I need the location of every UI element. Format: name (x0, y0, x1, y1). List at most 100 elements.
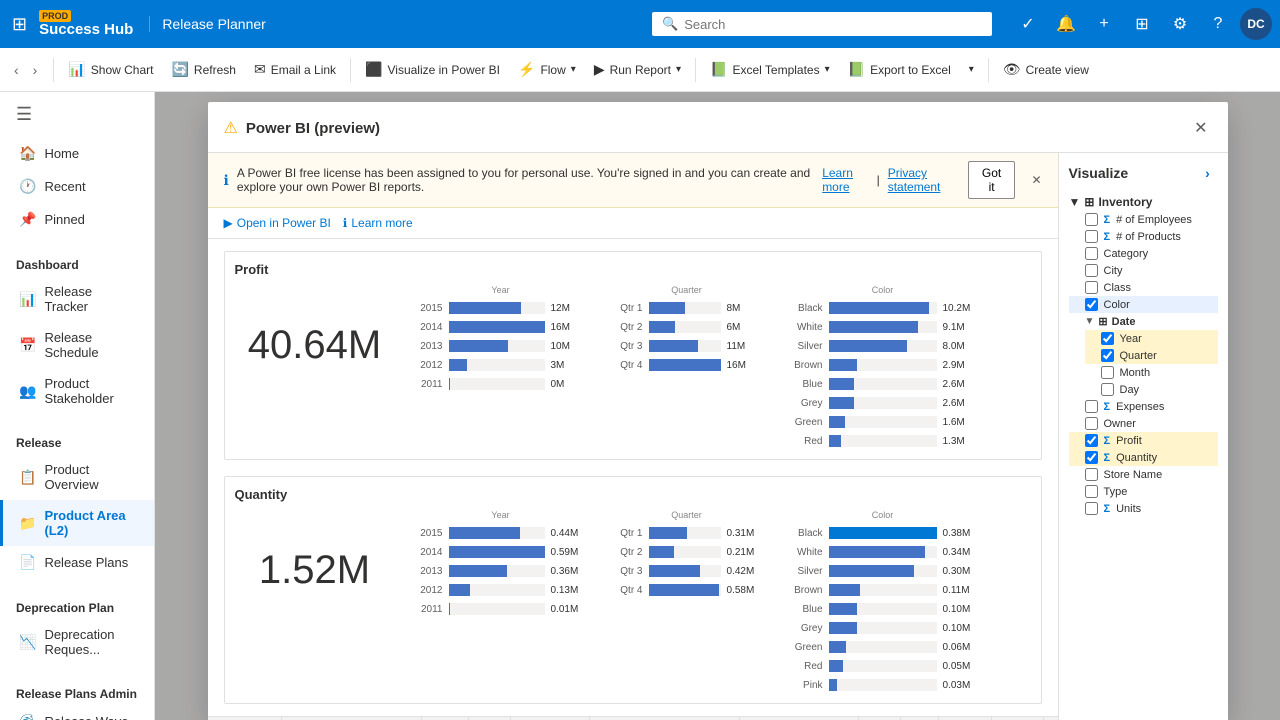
flow-caret: ▾ (571, 64, 576, 75)
learn-more-link[interactable]: Learn more (822, 166, 868, 194)
plans-icon: 📄 (19, 554, 36, 571)
modal-close-button[interactable]: ✕ (1190, 114, 1211, 142)
sigma-icon: Σ (1104, 214, 1111, 226)
day-checkbox[interactable] (1101, 383, 1114, 396)
employees-checkbox[interactable] (1085, 213, 1098, 226)
bar-row: Black 10.2M (783, 300, 983, 316)
category-checkbox[interactable] (1085, 247, 1098, 260)
inventory-label: Inventory (1098, 195, 1152, 209)
excel-icon: 📗 (710, 61, 727, 78)
inventory-header[interactable]: ▼ ⊞ Inventory (1069, 193, 1218, 211)
color-checkbox[interactable] (1085, 298, 1098, 311)
sidebar-item-product-overview[interactable]: 📋 Product Overview (0, 454, 154, 500)
back-button[interactable]: ‹ (8, 58, 25, 82)
expenses-checkbox[interactable] (1085, 400, 1098, 413)
profit-chart-section: Profit 40.64M Year 2015 (224, 251, 1042, 460)
schedule-icon: 📅 (19, 337, 36, 354)
email-icon: ✉ (254, 61, 266, 78)
export-excel-button[interactable]: 📗 Export to Excel (840, 56, 959, 83)
sidebar-item-product-area[interactable]: 📁 Product Area (L2) (0, 500, 154, 546)
got-it-button[interactable]: Got it (968, 161, 1016, 199)
sidebar-item-deprecation[interactable]: 📉 Deprecation Reques... (0, 619, 154, 665)
show-chart-button[interactable]: 📊 Show Chart (60, 56, 161, 83)
avatar[interactable]: DC (1240, 8, 1272, 40)
toolbar-divider-4 (988, 58, 989, 82)
forward-button[interactable]: › (27, 58, 44, 82)
email-link-button[interactable]: ✉ Email a Link (246, 56, 344, 83)
flow-button[interactable]: ⚡ Flow ▾ (510, 56, 584, 83)
products-checkbox[interactable] (1085, 230, 1098, 243)
data-table-area: BrandName Category Class Color Country C… (208, 716, 1058, 720)
sidebar-item-home[interactable]: 🏠 Home (0, 137, 154, 170)
learn-more-modal-link[interactable]: ℹ Learn more (343, 216, 413, 230)
city-checkbox[interactable] (1085, 264, 1098, 277)
settings-icon[interactable]: ⚙ (1164, 8, 1196, 40)
vis-item-owner: Owner (1069, 415, 1218, 432)
create-view-button[interactable]: 👁 Create view (995, 56, 1097, 83)
bar-row: 2015 12M (411, 300, 591, 316)
bar-row: Grey 2.6M (783, 395, 983, 411)
owner-checkbox[interactable] (1085, 417, 1098, 430)
refresh-icon: 🔄 (171, 61, 188, 78)
wave-icon: 🌊 (19, 713, 36, 720)
modal-main-content: ℹ A Power BI free license has been assig… (208, 153, 1058, 720)
run-report-caret: ▾ (676, 64, 681, 75)
profit-checkbox[interactable] (1085, 434, 1098, 447)
quantity-checkbox[interactable] (1085, 451, 1098, 464)
search-icon: 🔍 (662, 16, 678, 32)
filter-icon[interactable]: ⊞ (1126, 8, 1158, 40)
visualize-powerbi-button[interactable]: ⬛ Visualize in Power BI (357, 56, 508, 83)
employees-label: # of Employees (1116, 214, 1192, 226)
privacy-link[interactable]: Privacy statement (888, 166, 960, 194)
sidebar-hamburger[interactable]: ☰ (0, 92, 154, 137)
year-checkbox[interactable] (1101, 332, 1114, 345)
store-name-checkbox[interactable] (1085, 468, 1098, 481)
date-subheader[interactable]: ▼ ⊞ Date (1085, 313, 1218, 330)
bell-icon[interactable]: 🔔 (1050, 8, 1082, 40)
quarter-checkbox[interactable] (1101, 349, 1114, 362)
excel-templates-button[interactable]: 📗 Excel Templates ▾ (702, 56, 838, 83)
units-checkbox[interactable] (1085, 502, 1098, 515)
refresh-button[interactable]: 🔄 Refresh (163, 56, 243, 83)
bar-row: Brown 0.11M (783, 582, 983, 598)
inventory-expand-icon: ▼ (1069, 195, 1081, 209)
vis-item-type: Type (1069, 483, 1218, 500)
color-label: Color (1104, 299, 1130, 311)
sidebar-item-recent[interactable]: 🕐 Recent (0, 170, 154, 203)
checkmark-icon[interactable]: ✓ (1012, 8, 1044, 40)
info-dismiss-button[interactable]: ✕ (1031, 173, 1041, 187)
table-icon: ⊞ (1084, 195, 1094, 209)
units-label: Units (1116, 503, 1141, 515)
sidebar-item-release-plans[interactable]: 📄 Release Plans (0, 546, 154, 579)
plus-icon[interactable]: + (1088, 8, 1120, 40)
bar-row: 2014 0.59M (411, 544, 591, 560)
deprecation-icon: 📉 (19, 634, 36, 651)
sidebar-item-release-schedule[interactable]: 📅 Release Schedule (0, 322, 154, 368)
visualize-nav-arrow[interactable]: › (1198, 163, 1218, 183)
month-checkbox[interactable] (1101, 366, 1114, 379)
run-report-button[interactable]: ▶ Run Report ▾ (586, 56, 689, 83)
help-icon[interactable]: ? (1202, 8, 1234, 40)
more-export-button[interactable]: ▾ (961, 59, 982, 80)
sidebar-item-product-stakeholder[interactable]: 👥 Product Stakeholder (0, 368, 154, 414)
sidebar-item-pinned[interactable]: 📌 Pinned (0, 203, 154, 236)
visualize-panel: Visualize › ▼ ⊞ Inventory (1058, 153, 1228, 720)
bar-row: 2015 0.44M (411, 525, 591, 541)
sidebar-item-release-tracker[interactable]: 📊 Release Tracker (0, 276, 154, 322)
waffle-icon[interactable]: ⊞ (8, 10, 31, 39)
profit-chart-row: 40.64M Year 2015 12M (235, 285, 1031, 449)
bar-row: 2011 0.01M (411, 601, 591, 617)
class-checkbox[interactable] (1085, 281, 1098, 294)
sigma-icon: Σ (1104, 435, 1111, 447)
vis-item-month: Month (1085, 364, 1218, 381)
vis-item-category: Category (1069, 245, 1218, 262)
quantity-label: Quantity (1116, 452, 1157, 464)
type-checkbox[interactable] (1085, 485, 1098, 498)
quarter-label: Quarter (1120, 350, 1157, 362)
day-label: Day (1120, 384, 1140, 396)
search-input[interactable] (684, 17, 982, 32)
open-powerbi-link[interactable]: ▶ Open in Power BI (224, 216, 331, 230)
bar-row: Qtr 4 0.58M (607, 582, 767, 598)
search-box[interactable]: 🔍 (652, 12, 992, 36)
sidebar-item-release-wave[interactable]: 🌊 Release Wave (0, 705, 154, 720)
